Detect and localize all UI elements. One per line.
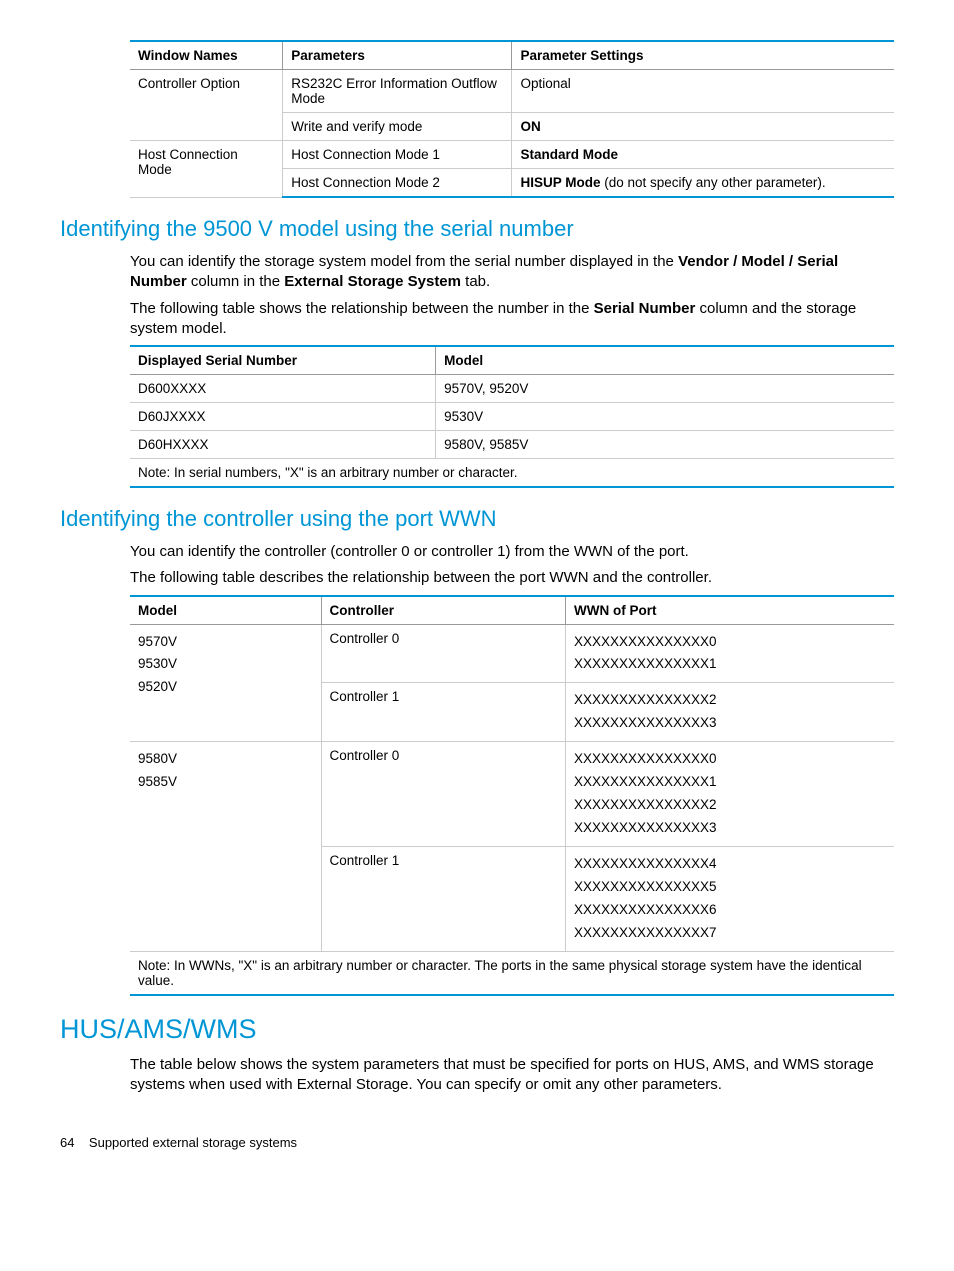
col-header: Parameter Settings	[512, 41, 894, 70]
page-number: 64	[60, 1135, 74, 1150]
table-note: Note: In WWNs, "X" is an arbitrary numbe…	[130, 951, 894, 995]
col-header: Parameters	[283, 41, 512, 70]
cell: 9530V	[436, 403, 894, 431]
parameters-table: Window Names Parameters Parameter Settin…	[130, 40, 894, 198]
table-note: Note: In serial numbers, "X" is an arbit…	[130, 459, 894, 488]
table-row: Controller Option RS232C Error Informati…	[130, 70, 894, 113]
col-header: Displayed Serial Number	[130, 346, 436, 375]
page-footer: 64 Supported external storage systems	[60, 1135, 894, 1150]
cell: Optional	[512, 70, 894, 113]
cell: 9570V, 9520V	[436, 375, 894, 403]
cell: D60HXXXX	[130, 431, 436, 459]
table-row: Note: In serial numbers, "X" is an arbit…	[130, 459, 894, 488]
cell: Controller 1	[321, 847, 565, 952]
wwn-table: Model Controller WWN of Port 9570V 9530V…	[130, 595, 894, 996]
cell: Host Connection Mode 1	[283, 141, 512, 169]
cell: 9580V 9585V	[130, 742, 321, 952]
cell: XXXXXXXXXXXXXXX2 XXXXXXXXXXXXXXX3	[565, 683, 894, 742]
cell: XXXXXXXXXXXXXXX0 XXXXXXXXXXXXXXX1	[565, 624, 894, 683]
table-row: Note: In WWNs, "X" is an arbitrary numbe…	[130, 951, 894, 995]
cell: Host Connection Mode 2	[283, 169, 512, 198]
table-row: D600XXXX 9570V, 9520V	[130, 375, 894, 403]
cell: Controller 0	[321, 742, 565, 847]
cell: Write and verify mode	[283, 113, 512, 141]
serial-number-table: Displayed Serial Number Model D600XXXX 9…	[130, 345, 894, 488]
section-heading: Identifying the 9500 V model using the s…	[60, 216, 894, 242]
cell: D600XXXX	[130, 375, 436, 403]
cell: Controller Option	[130, 70, 283, 141]
col-header: Controller	[321, 596, 565, 625]
section-heading: Identifying the controller using the por…	[60, 506, 894, 532]
section-heading: HUS/AMS/WMS	[60, 1014, 894, 1045]
paragraph: The following table describes the relati…	[130, 568, 894, 588]
cell: Host Connection Mode	[130, 141, 283, 198]
table-row: 9570V 9530V 9520V Controller 0 XXXXXXXXX…	[130, 624, 894, 683]
cell: 9580V, 9585V	[436, 431, 894, 459]
cell: ON	[512, 113, 894, 141]
cell: Controller 0	[321, 624, 565, 683]
table-row: D60JXXXX 9530V	[130, 403, 894, 431]
paragraph: The table below shows the system paramet…	[130, 1055, 894, 1096]
paragraph: The following table shows the relationsh…	[130, 299, 894, 340]
cell: XXXXXXXXXXXXXXX0 XXXXXXXXXXXXXXX1 XXXXXX…	[565, 742, 894, 847]
cell: HISUP Mode (do not specify any other par…	[512, 169, 894, 198]
cell: 9570V 9530V 9520V	[130, 624, 321, 742]
table-row: 9580V 9585V Controller 0 XXXXXXXXXXXXXXX…	[130, 742, 894, 847]
paragraph: You can identify the controller (control…	[130, 542, 894, 562]
table-row: D60HXXXX 9580V, 9585V	[130, 431, 894, 459]
table-row: Host Connection Mode Host Connection Mod…	[130, 141, 894, 169]
paragraph: You can identify the storage system mode…	[130, 252, 894, 293]
cell: XXXXXXXXXXXXXXX4 XXXXXXXXXXXXXXX5 XXXXXX…	[565, 847, 894, 952]
col-header: Window Names	[130, 41, 283, 70]
col-header: WWN of Port	[565, 596, 894, 625]
footer-title: Supported external storage systems	[89, 1135, 297, 1150]
col-header: Model	[436, 346, 894, 375]
cell: RS232C Error Information Outflow Mode	[283, 70, 512, 113]
cell: Controller 1	[321, 683, 565, 742]
cell: Standard Mode	[512, 141, 894, 169]
cell: D60JXXXX	[130, 403, 436, 431]
col-header: Model	[130, 596, 321, 625]
